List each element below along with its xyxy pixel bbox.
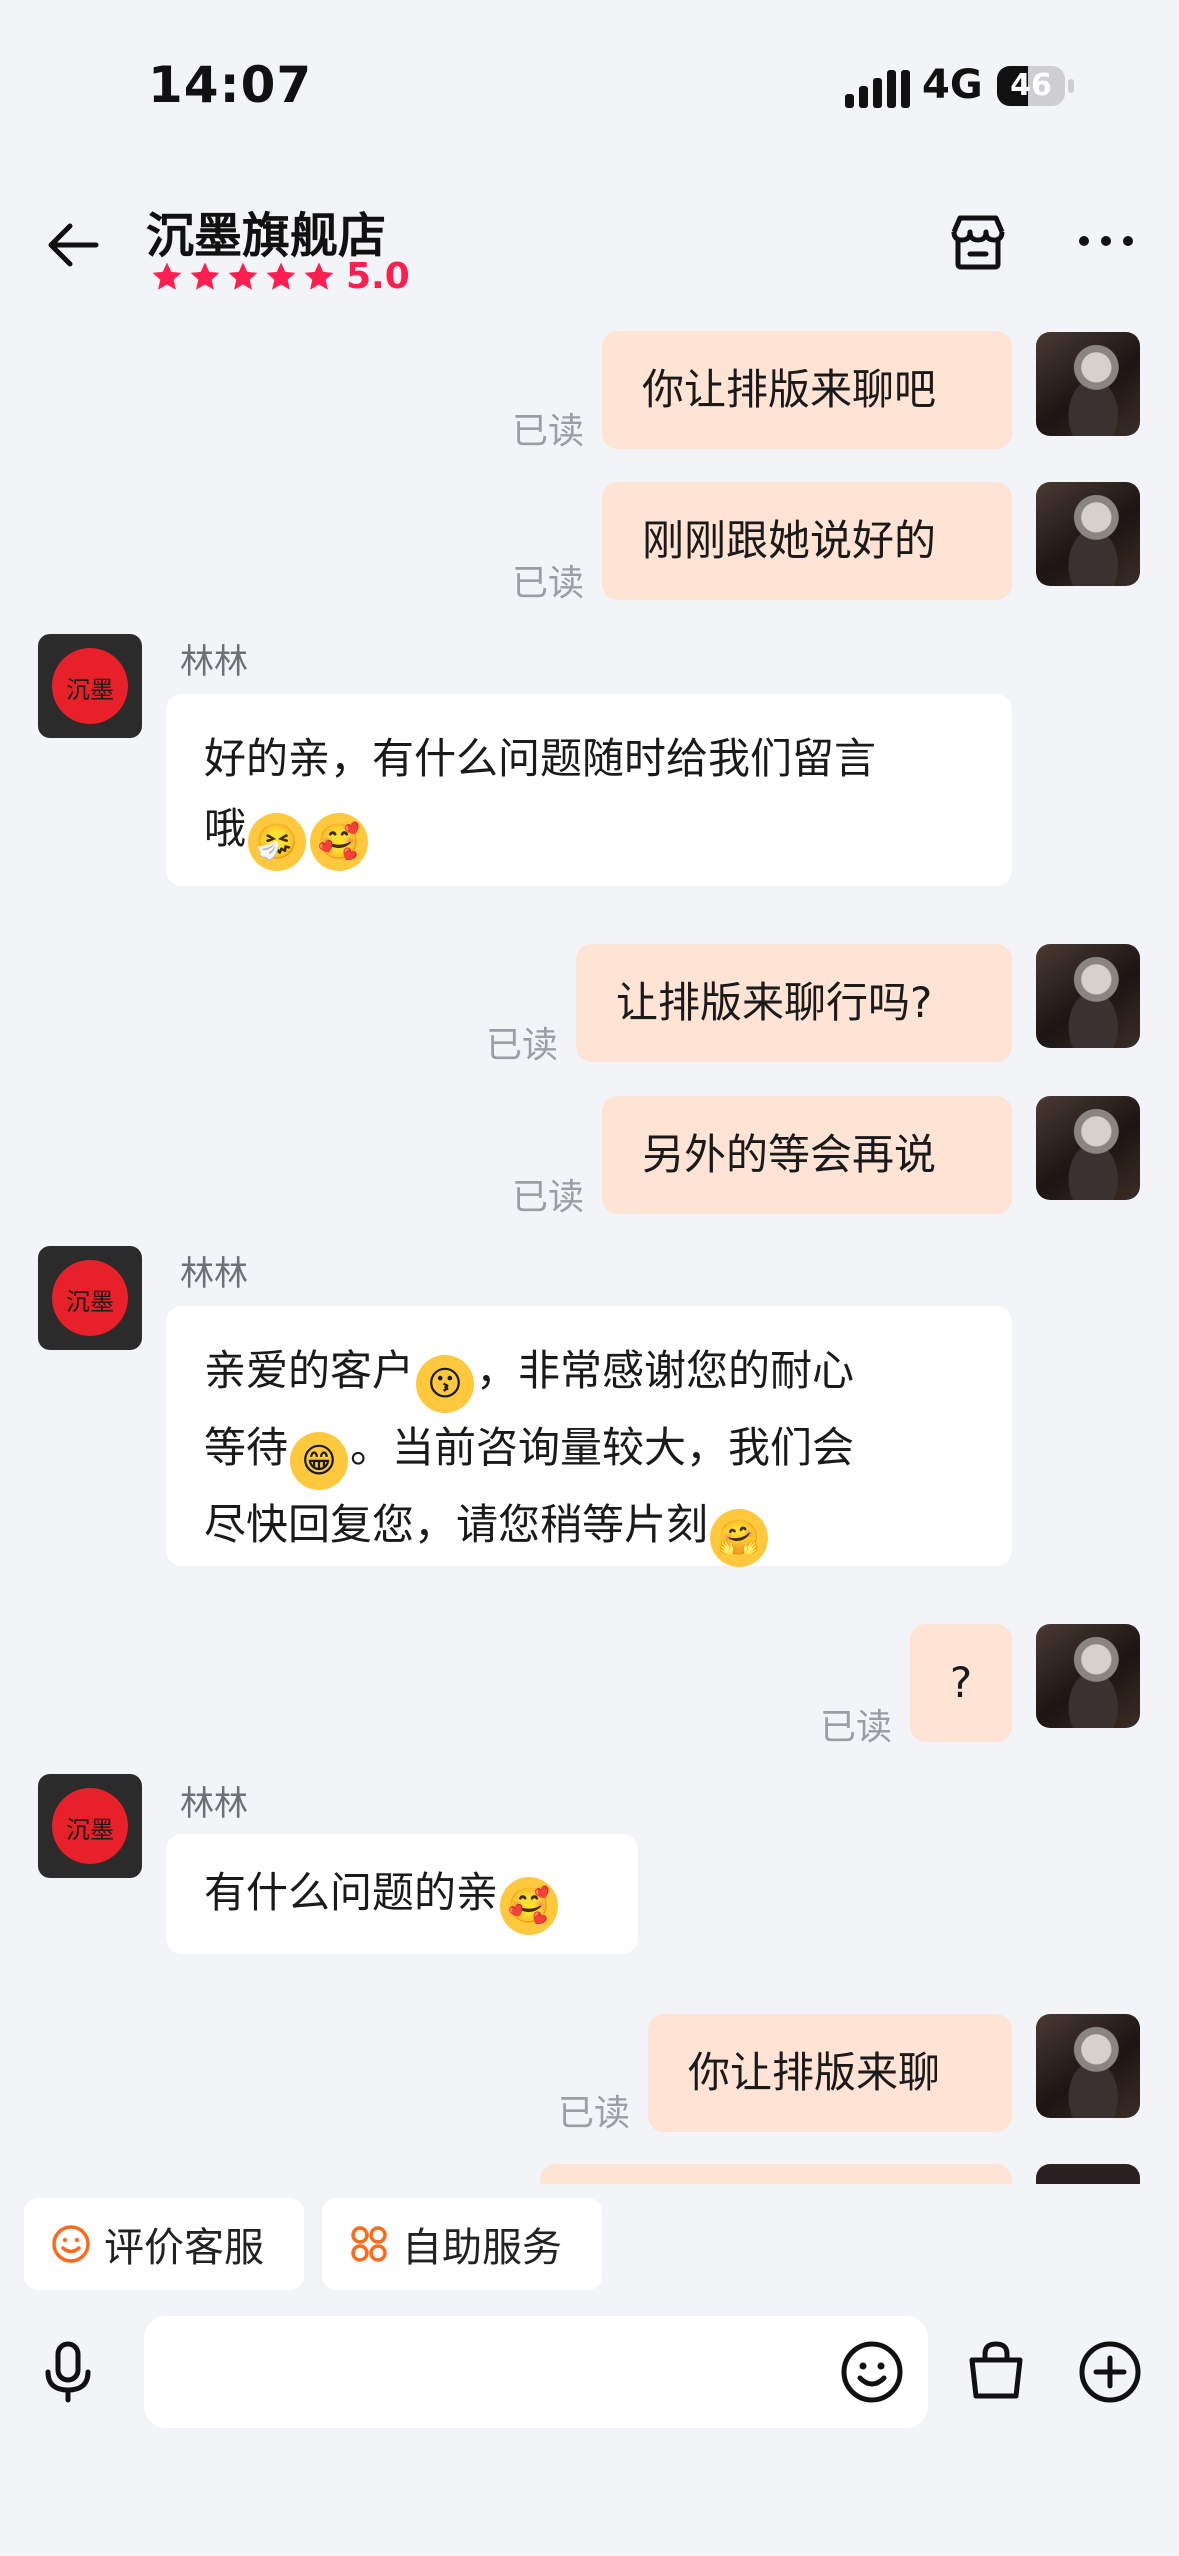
message-bubble-me[interactable]: 你让排版来聊 — [648, 2014, 1012, 2132]
shopping-bag-icon[interactable] — [962, 2336, 1030, 2404]
read-status: 已读 — [512, 411, 585, 452]
shop-avatar-text: 沉墨 — [66, 676, 114, 704]
message-input[interactable] — [144, 2316, 928, 2428]
read-status: 已读 — [820, 1707, 893, 1748]
emoji: 😗 — [416, 1355, 475, 1413]
message-text: 等待 — [204, 1423, 289, 1472]
my-avatar[interactable] — [1036, 1624, 1140, 1728]
shop-rating: 5.0 — [150, 256, 410, 297]
message-text: 尽快回复您，请您稍等片刻 — [204, 1500, 709, 1549]
emoji: 🥰 — [310, 813, 369, 871]
network-label: 4G — [922, 62, 983, 108]
star-icon — [152, 262, 182, 290]
signal-icon — [845, 68, 910, 108]
read-status: 已读 — [512, 563, 585, 604]
my-avatar[interactable] — [1036, 482, 1140, 586]
message-bubble-me[interactable]: ? — [910, 1624, 1012, 1742]
read-status: 已读 — [512, 1177, 585, 1218]
message-bubble-me[interactable]: 你让排版来聊吧 — [602, 331, 1012, 449]
message-text: 。当前咨询量较大，我们会 — [350, 1423, 855, 1472]
message-bubble-me[interactable]: 刚刚跟她说好的 — [602, 482, 1012, 600]
sender-name: 林林 — [180, 1254, 248, 1294]
emoji: 😁 — [290, 1432, 349, 1490]
shop-avatar[interactable]: 沉墨 — [38, 1774, 142, 1878]
message-bubble-shop[interactable]: 有什么问题的亲 🥰 — [166, 1834, 638, 1954]
my-avatar — [1036, 2164, 1140, 2184]
message-text: ，非常感谢您的耐心 — [476, 1346, 855, 1395]
microphone-icon[interactable] — [34, 2338, 102, 2406]
my-avatar[interactable] — [1036, 1096, 1140, 1200]
message-bubble-shop[interactable]: 亲爱的客户 😗 ，非常感谢您的耐心 等待 😁 。当前咨询量较大，我们会 尽快回复您，请您… — [166, 1306, 1012, 1567]
battery-tip — [1068, 79, 1074, 93]
message-text: 有什么问题的亲 — [204, 1868, 499, 1917]
rate-service-label: 评价客服 — [104, 2225, 264, 2271]
shop-avatar-text: 沉墨 — [66, 1816, 114, 1844]
message-text: 亲爱的客户 — [204, 1346, 415, 1395]
battery-icon: 46 — [997, 66, 1065, 106]
shop-avatar-text: 沉墨 — [66, 1288, 114, 1316]
emoji: 🤗 — [710, 1509, 769, 1567]
emoji-icon[interactable] — [838, 2338, 906, 2406]
status-time: 14:07 — [148, 56, 313, 114]
read-status: 已读 — [486, 1025, 559, 1066]
message-text: 哦 — [204, 804, 247, 853]
grid-icon — [351, 2226, 387, 2262]
battery-percent: 46 — [1010, 68, 1052, 103]
my-avatar[interactable] — [1036, 944, 1140, 1048]
star-icon — [228, 262, 258, 290]
back-arrow-icon[interactable] — [40, 210, 110, 280]
emoji: 🥰 — [500, 1877, 559, 1935]
shop-avatar[interactable]: 沉墨 — [38, 1246, 142, 1350]
my-avatar[interactable] — [1036, 332, 1140, 436]
read-status: 已读 — [558, 2093, 631, 2134]
emoji: 🤧 — [248, 813, 307, 871]
message-bubble-shop[interactable]: 好的亲，有什么问题随时给我们留言 哦 🤧 🥰 — [166, 694, 1012, 886]
star-icon — [190, 262, 220, 290]
smile-icon — [52, 2225, 90, 2263]
plus-icon[interactable] — [1076, 2338, 1144, 2406]
message-bubble-me — [540, 2164, 1012, 2184]
more-icon[interactable] — [1076, 226, 1136, 256]
my-avatar[interactable] — [1036, 2014, 1140, 2118]
sender-name: 林林 — [180, 642, 248, 682]
rate-service-button[interactable]: 评价客服 — [24, 2198, 304, 2290]
self-service-button[interactable]: 自助服务 — [322, 2198, 602, 2290]
shop-avatar[interactable]: 沉墨 — [38, 634, 142, 738]
rating-score: 5.0 — [346, 256, 410, 297]
store-icon[interactable] — [946, 210, 1010, 274]
message-bubble-me[interactable]: 另外的等会再说 — [602, 1096, 1012, 1214]
message-bubble-me[interactable]: 让排版来聊行吗? — [576, 944, 1012, 1062]
star-icon — [304, 262, 334, 290]
star-icon — [266, 262, 296, 290]
sender-name: 林林 — [180, 1784, 248, 1824]
self-service-label: 自助服务 — [402, 2225, 562, 2271]
message-text: 好的亲，有什么问题随时给我们留言 — [204, 734, 877, 783]
